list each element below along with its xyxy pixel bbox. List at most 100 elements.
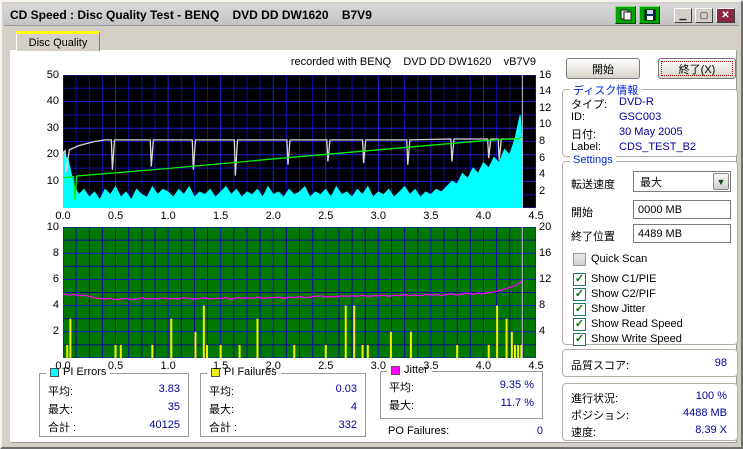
avg-value: 3.83	[159, 383, 180, 395]
axis-tick-label: 10	[35, 221, 59, 233]
axis-tick-label: 8	[539, 299, 565, 311]
progress-label: 進行状況:	[571, 393, 618, 405]
tab-label: Disc Quality	[29, 37, 88, 49]
max-label: 最大:	[209, 401, 234, 417]
axis-tick-label: 4.5	[521, 210, 551, 222]
transfer-speed-label: 転送速度	[571, 179, 615, 191]
minimize-button[interactable]: ▁	[674, 8, 692, 23]
show-jitter-checkbox[interactable]: ✓Show Jitter	[573, 302, 645, 316]
axis-tick-label: 4	[539, 325, 565, 337]
checkbox-icon[interactable]: ✓	[573, 303, 586, 316]
show-c2-pif-checkbox[interactable]: ✓ Show C2/PIF	[573, 287, 656, 301]
exit-button[interactable]: 終了(X)	[658, 58, 736, 79]
axis-tick-label: 1.0	[153, 360, 183, 372]
tab-disc-quality[interactable]: Disc Quality	[16, 31, 100, 51]
checkbox-icon[interactable]: ✓	[573, 318, 586, 331]
quality-score-label: 品質スコア:	[571, 360, 629, 372]
axis-tick-label: 3.5	[416, 360, 446, 372]
axis-tick-label: 16	[539, 69, 565, 81]
axis-tick-label: 2.0	[258, 360, 288, 372]
axis-tick-label: 2.0	[258, 210, 288, 222]
checkbox-label: Show Write Speed	[591, 333, 682, 345]
max-value: 4	[351, 401, 357, 413]
axis-tick-label: 3.0	[363, 210, 393, 222]
speed-label: 速度:	[571, 427, 596, 439]
axis-tick-label: 50	[35, 69, 59, 81]
jitter-stats-box: Jitter 平均:9.35 % 最大:11.7 %	[380, 371, 543, 419]
axis-tick-label: 6	[539, 152, 565, 164]
total-value: 332	[339, 419, 357, 431]
close-button[interactable]: ✕	[716, 8, 735, 23]
tab-page: recorded with BENQ DVD DD DW1620 vB7V9 P…	[10, 50, 737, 443]
axis-tick-label: 0.0	[48, 360, 78, 372]
axis-tick-label: 4.0	[468, 210, 498, 222]
quick-scan-checkbox[interactable]: Quick Scan	[573, 252, 647, 266]
checkbox-icon[interactable]: ✓	[573, 333, 586, 346]
po-failures-value: 0	[537, 425, 543, 437]
pi-failures-jitter-chart	[63, 227, 536, 358]
checkbox-icon[interactable]: ✓	[573, 273, 586, 286]
axis-tick-label: 12	[539, 273, 565, 285]
quality-score-group: 品質スコア: 98	[562, 349, 738, 377]
end-position-label: 終了位置	[571, 231, 615, 243]
axis-tick-label: 4.5	[521, 360, 551, 372]
end-position-input[interactable]: 4489 MB	[633, 224, 731, 243]
axis-tick-label: 10	[539, 118, 565, 130]
axis-tick-label: 40	[35, 95, 59, 107]
maximize-button[interactable]: ▢	[695, 8, 713, 23]
axis-tick-label: 8	[35, 247, 59, 259]
type-label: タイプ:	[571, 99, 607, 111]
start-position-label: 開始	[571, 207, 593, 219]
avg-label: 平均:	[48, 383, 73, 399]
axis-tick-label: 20	[539, 221, 565, 233]
start-position-input[interactable]: 0000 MB	[633, 200, 731, 219]
po-failures-label: PO Failures:	[388, 425, 449, 437]
total-label: 合計 :	[209, 419, 237, 435]
axis-tick-label: 1.0	[153, 210, 183, 222]
axis-tick-label: 3.0	[363, 360, 393, 372]
axis-tick-label: 30	[35, 122, 59, 134]
axis-tick-label: 16	[539, 247, 565, 259]
axis-tick-label: 0.5	[101, 210, 131, 222]
recorded-with-text: recorded with BENQ DVD DD DW1620 vB7V9	[63, 56, 536, 68]
axis-tick-label: 2.5	[311, 360, 341, 372]
title-bar[interactable]: CD Speed : Disc Quality Test - BENQ DVD …	[4, 4, 739, 26]
po-failures-row: PO Failures: 0	[388, 425, 543, 439]
pi-failures-stats-box: PI Failures 平均:0.03 最大:4 合計 :332	[200, 373, 366, 437]
save-icon[interactable]	[639, 6, 660, 24]
transfer-speed-select[interactable]: 最大 ▼	[633, 171, 731, 192]
max-value: 35	[168, 401, 180, 413]
checkbox-icon[interactable]	[573, 253, 586, 266]
max-label: 最大:	[48, 401, 73, 417]
checkbox-label: Show C2/PIF	[591, 288, 656, 300]
avg-value: 9.35 %	[500, 379, 534, 391]
avg-value: 0.03	[336, 383, 357, 395]
axis-tick-label: 2	[539, 185, 565, 197]
progress-group: 進行状況: 100 % ポジション: 4488 MB 速度: 8.39 X	[562, 383, 738, 441]
axis-tick-label: 2	[35, 325, 59, 337]
show-write-speed-checkbox[interactable]: ✓ Show Write Speed	[573, 332, 682, 346]
checkbox-icon[interactable]: ✓	[573, 288, 586, 301]
max-label: 最大:	[389, 397, 414, 413]
id-label: ID:	[571, 111, 585, 123]
avg-label: 平均:	[209, 383, 234, 399]
disc-info-group: ディスク情報 タイプ: DVD-R ID: GSC003 日付: 30 May …	[562, 89, 738, 157]
copy-icon[interactable]	[615, 6, 636, 24]
label-label: Label:	[571, 141, 601, 153]
max-value: 11.7 %	[501, 397, 534, 409]
chevron-down-icon[interactable]: ▼	[713, 173, 729, 190]
avg-label: 平均:	[389, 379, 414, 395]
window-title: CD Speed : Disc Quality Test - BENQ DVD …	[10, 8, 372, 22]
checkbox-label: Quick Scan	[591, 253, 647, 265]
axis-tick-label: 12	[539, 102, 565, 114]
axis-tick-label: 20	[35, 148, 59, 160]
transfer-speed-value: 最大	[638, 174, 713, 190]
axis-tick-label: 14	[539, 85, 565, 97]
axis-tick-label: 1.5	[206, 210, 236, 222]
show-c1-pie-checkbox[interactable]: ✓Show C1/PIE	[573, 272, 656, 286]
start-button[interactable]: 開始	[566, 58, 640, 79]
position-label: ポジション:	[571, 410, 629, 422]
axis-tick-label: 2.5	[311, 210, 341, 222]
show-read-speed-checkbox[interactable]: ✓Show Read Speed	[573, 317, 683, 331]
settings-group: Settings 転送速度 最大 ▼ 開始 0000 MB 終了位置 4489 …	[562, 161, 738, 345]
